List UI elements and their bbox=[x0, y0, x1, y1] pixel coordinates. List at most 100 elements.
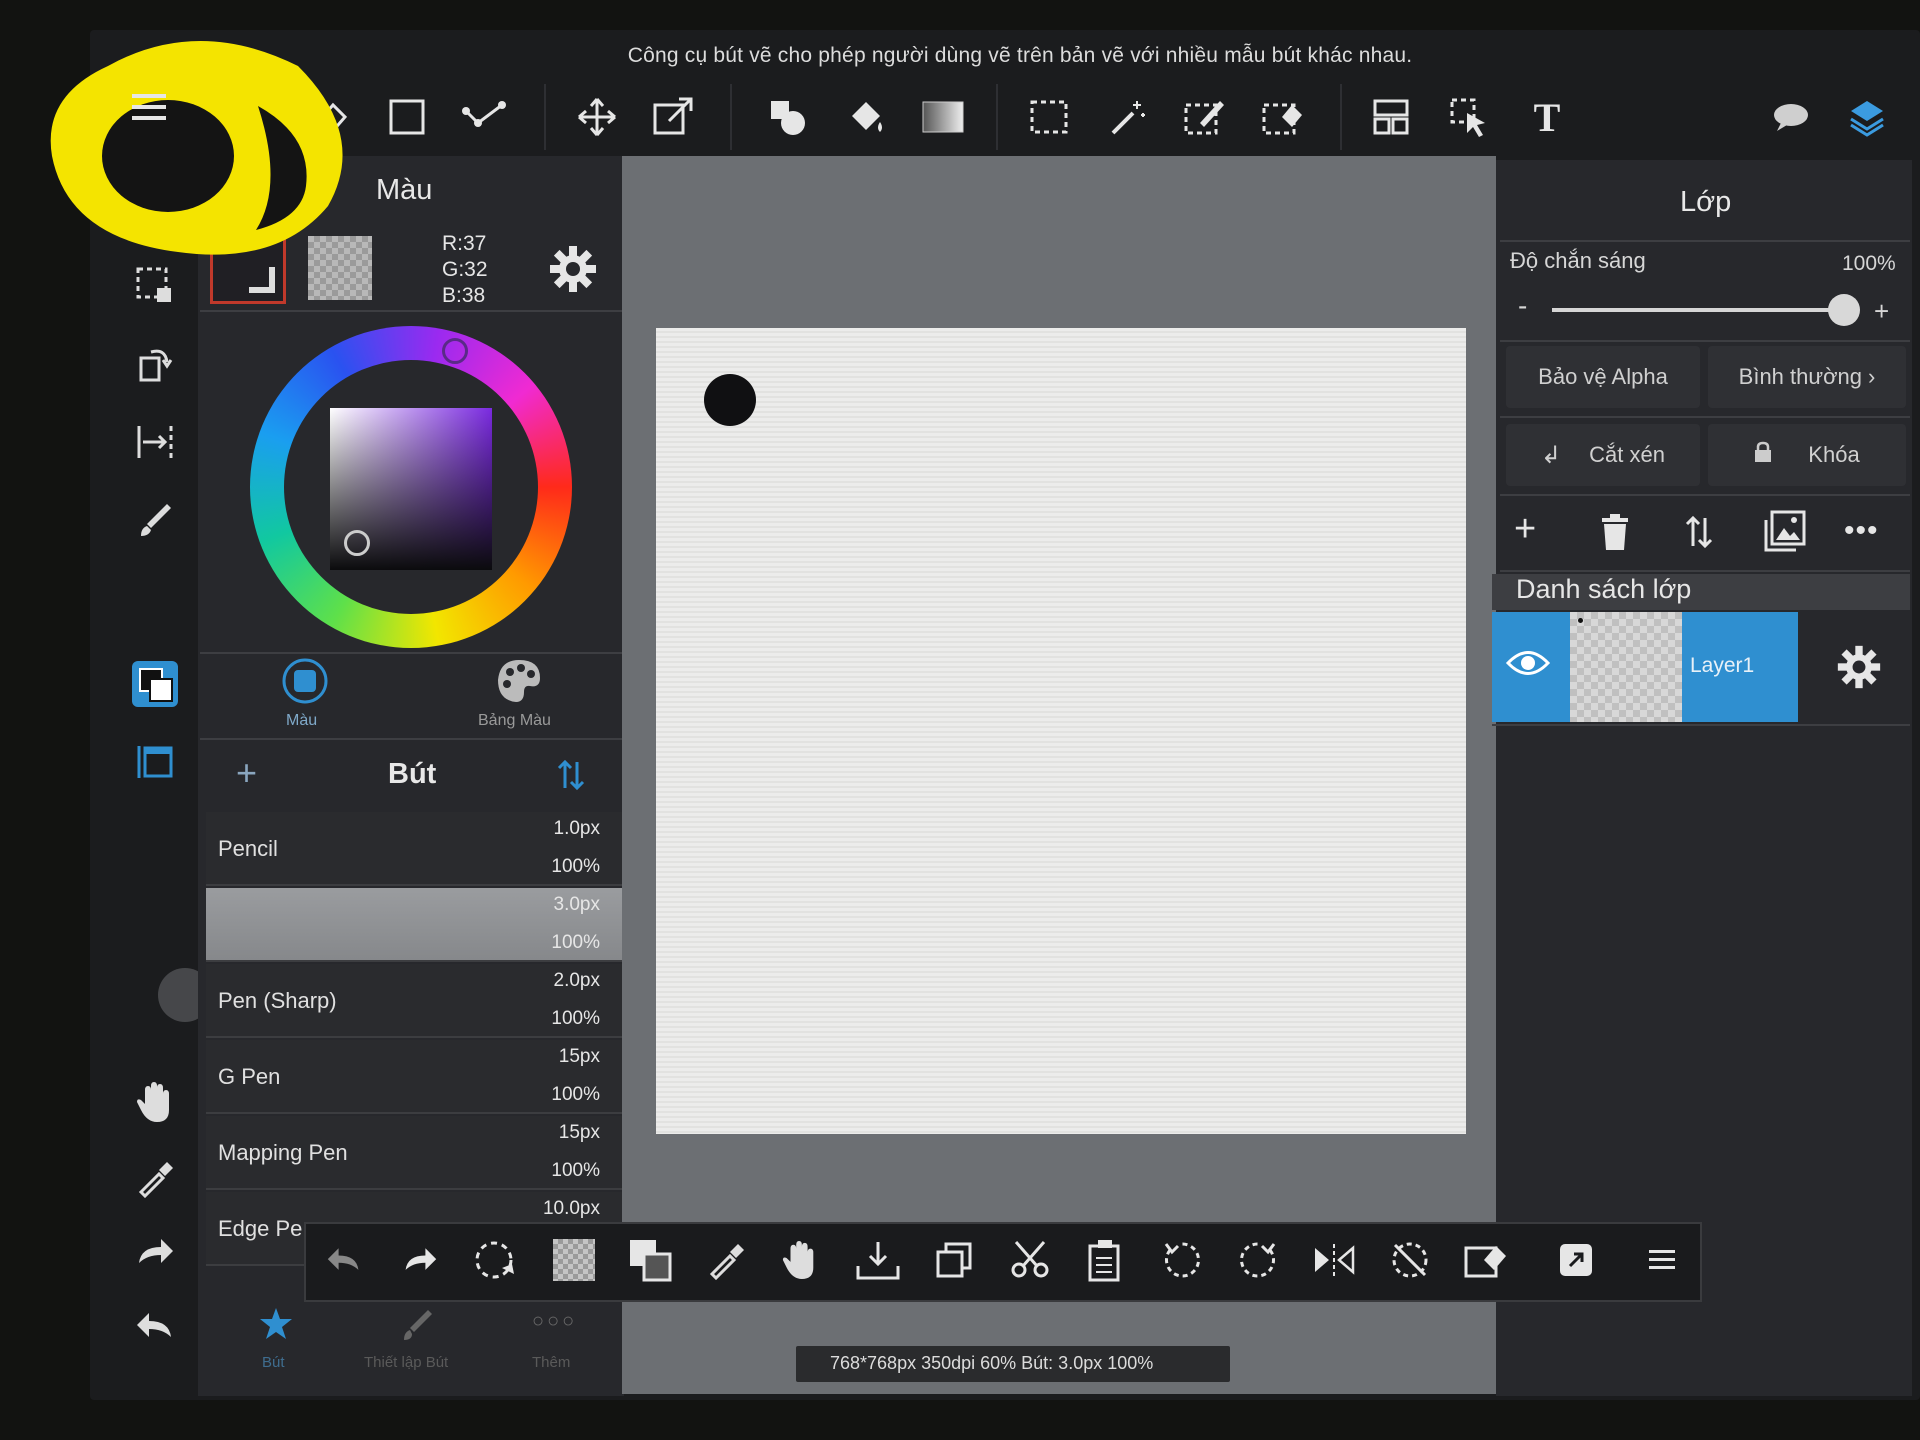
color-tab-label[interactable]: Màu bbox=[286, 712, 317, 730]
star-icon[interactable] bbox=[258, 1306, 294, 1342]
rotate-canvas-icon[interactable] bbox=[125, 334, 185, 394]
move-layer-icon[interactable] bbox=[1684, 514, 1714, 550]
menu-icon[interactable] bbox=[132, 92, 166, 122]
undo-button[interactable] bbox=[316, 1232, 372, 1288]
palette-tab-label[interactable]: Bảng Màu bbox=[478, 712, 551, 730]
hand-button-icon[interactable] bbox=[772, 1232, 828, 1288]
hue-handle[interactable] bbox=[442, 338, 468, 364]
redo-icon[interactable] bbox=[125, 1222, 185, 1282]
brush-name: G Pen bbox=[218, 1064, 281, 1089]
clip-button[interactable]: ↲ Cắt xén bbox=[1506, 424, 1700, 486]
eye-icon[interactable] bbox=[1505, 648, 1551, 678]
opacity-slider-knob[interactable] bbox=[1828, 294, 1860, 326]
brush-name: Mapping Pen bbox=[218, 1140, 348, 1165]
layers-icon[interactable] bbox=[1838, 88, 1896, 146]
brush-settings-tab-label[interactable]: Thiết lập Bút bbox=[364, 1354, 448, 1371]
no-rotate-icon[interactable] bbox=[1382, 1232, 1438, 1288]
transparent-fill-icon[interactable] bbox=[546, 1232, 602, 1288]
paste-icon[interactable] bbox=[1078, 1232, 1134, 1288]
eyedropper-icon[interactable] bbox=[125, 1148, 185, 1208]
more-dots-icon[interactable]: ○○○ bbox=[532, 1310, 577, 1333]
opacity-label: Độ chắn sáng bbox=[1510, 248, 1646, 273]
add-brush-button[interactable]: + bbox=[236, 752, 257, 794]
hand-tool-icon[interactable] bbox=[125, 1072, 185, 1132]
magic-wand-icon[interactable] bbox=[1098, 88, 1156, 146]
add-layer-button[interactable]: + bbox=[1514, 508, 1536, 551]
opacity-decrease-button[interactable]: - bbox=[1518, 290, 1527, 322]
transform-tool-icon[interactable] bbox=[644, 88, 702, 146]
brush-size: 3.0px bbox=[553, 894, 600, 915]
brush-row-pen-sharp[interactable]: Pen (Sharp) 2.0px 100% bbox=[206, 964, 626, 1038]
opacity-slider-track[interactable] bbox=[1552, 308, 1844, 312]
color-panel-toggle-icon[interactable] bbox=[125, 654, 185, 714]
brush-name: Pen (Sharp) bbox=[218, 988, 337, 1013]
color-settings-gear-icon[interactable] bbox=[548, 244, 598, 294]
layer-panel-title: Lớp bbox=[1680, 186, 1732, 218]
color-picker-handle[interactable] bbox=[344, 530, 370, 556]
lock-button[interactable]: Khóa bbox=[1708, 424, 1906, 486]
expand-icon[interactable] bbox=[1548, 1232, 1604, 1288]
brush-panel-title: Bút bbox=[388, 758, 437, 790]
rotate-right-icon[interactable] bbox=[1230, 1232, 1286, 1288]
palette-tab-icon[interactable] bbox=[494, 656, 544, 706]
brush-opacity: 100% bbox=[551, 1084, 600, 1105]
brush-row-mapping-pen[interactable]: Mapping Pen 15px 100% bbox=[206, 1116, 626, 1190]
layer-thumbnail bbox=[1570, 612, 1682, 722]
speech-bubble-icon[interactable] bbox=[1762, 88, 1820, 146]
delete-layer-icon[interactable] bbox=[1600, 514, 1630, 550]
copy-icon[interactable] bbox=[926, 1232, 982, 1288]
polyline-tool-icon[interactable] bbox=[456, 88, 514, 146]
brush-size: 2.0px bbox=[553, 970, 600, 991]
opacity-increase-button[interactable]: + bbox=[1874, 296, 1889, 327]
alpha-protect-button[interactable]: Bảo vệ Alpha bbox=[1506, 346, 1700, 408]
rgb-g: G:32 bbox=[442, 258, 488, 281]
layer-image-icon[interactable] bbox=[1762, 510, 1806, 554]
select-rect-icon[interactable] bbox=[1020, 88, 1078, 146]
color-tab-icon[interactable] bbox=[280, 656, 330, 706]
brush-tab-label[interactable]: Bút bbox=[262, 1354, 285, 1371]
import-icon[interactable] bbox=[850, 1232, 906, 1288]
brush-row-pencil[interactable]: Pencil 1.0px 100% bbox=[206, 812, 626, 886]
brush-name: Edge Pe bbox=[218, 1216, 303, 1241]
eyedropper-button[interactable] bbox=[698, 1232, 754, 1288]
brush-size: 15px bbox=[558, 1122, 600, 1143]
select-pen-icon[interactable] bbox=[1176, 88, 1234, 146]
brush-size: 15px bbox=[558, 1046, 600, 1067]
paint-bucket-icon[interactable] bbox=[836, 88, 894, 146]
undo-icon[interactable] bbox=[125, 1296, 185, 1356]
brush-row-g-pen[interactable]: G Pen 15px 100% bbox=[206, 1040, 626, 1114]
redo-button[interactable] bbox=[392, 1232, 448, 1288]
color-swap-icon[interactable] bbox=[622, 1232, 678, 1288]
text-tool-icon[interactable]: T bbox=[1518, 88, 1576, 146]
color-panel-title: Màu bbox=[376, 174, 433, 206]
blend-mode-button[interactable]: Bình thường › bbox=[1708, 346, 1906, 408]
brush-settings-icon[interactable] bbox=[400, 1308, 434, 1342]
drawing-canvas[interactable] bbox=[656, 328, 1466, 1134]
deselect-icon[interactable] bbox=[468, 1232, 524, 1288]
cut-icon[interactable] bbox=[1002, 1232, 1058, 1288]
brush-opacity: 100% bbox=[551, 932, 600, 953]
command-menu-icon[interactable] bbox=[1634, 1232, 1690, 1288]
gradient-tool-icon[interactable] bbox=[914, 88, 972, 146]
layer-settings-gear-icon[interactable] bbox=[1836, 644, 1882, 690]
clear-selection-icon[interactable] bbox=[1458, 1232, 1514, 1288]
select-eraser-icon[interactable] bbox=[1254, 88, 1312, 146]
selection-transfer-icon[interactable] bbox=[125, 256, 185, 316]
fill-shape-icon[interactable] bbox=[758, 88, 816, 146]
panel-layout-icon[interactable] bbox=[125, 732, 185, 792]
more-options-icon[interactable]: ••• bbox=[1844, 514, 1879, 548]
more-tab-label[interactable]: Thêm bbox=[532, 1354, 570, 1371]
layer-row[interactable]: Layer1 bbox=[1492, 612, 1798, 722]
brush-opacity: 100% bbox=[551, 1160, 600, 1181]
rotate-left-icon[interactable] bbox=[1154, 1232, 1210, 1288]
brush-row-selected[interactable]: 3.0px 100% bbox=[206, 888, 626, 962]
rectangle-tool-icon[interactable] bbox=[378, 88, 436, 146]
operation-tool-icon[interactable] bbox=[1440, 88, 1498, 146]
move-tool-icon[interactable] bbox=[568, 88, 626, 146]
rgb-r: R:37 bbox=[442, 232, 487, 255]
flip-horizontal-icon[interactable] bbox=[125, 412, 185, 472]
frame-divider-icon[interactable] bbox=[1362, 88, 1420, 146]
flip-icon[interactable] bbox=[1306, 1232, 1362, 1288]
sort-brushes-icon[interactable] bbox=[556, 758, 586, 792]
brush-tool-icon[interactable] bbox=[125, 490, 185, 550]
